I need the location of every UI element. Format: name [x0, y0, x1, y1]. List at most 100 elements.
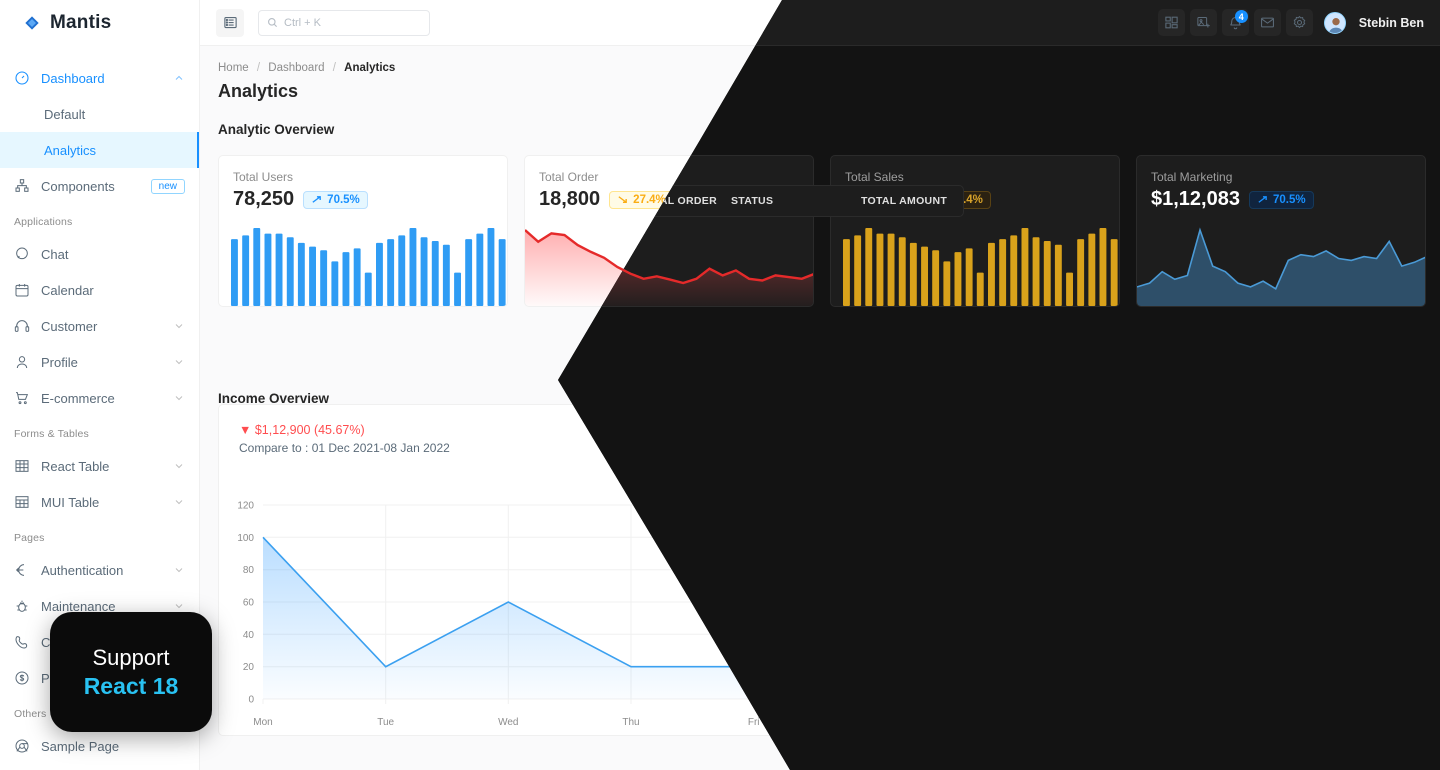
column-status[interactable]: STATUS [731, 195, 861, 207]
sidebar-group-forms-tables: Forms & Tables [14, 428, 89, 440]
sidebar-item-label: MUI Table [41, 494, 100, 510]
sidebar-badge-new: new [150, 178, 185, 194]
brand-logo[interactable]: Mantis [0, 0, 199, 46]
chevron-down-icon[interactable] [173, 356, 185, 368]
chevron-down-icon[interactable] [173, 600, 185, 612]
mail-button[interactable] [1253, 9, 1281, 36]
svg-text:20: 20 [243, 662, 255, 673]
sidebar-item-authentication[interactable]: Authentication [0, 552, 199, 588]
sidebar-item-label: Calendar [41, 282, 94, 298]
avatar-icon [1324, 12, 1345, 33]
svg-text:120: 120 [237, 501, 254, 512]
trend-up-icon [1258, 196, 1267, 203]
search-input[interactable]: Ctrl + K [258, 9, 430, 36]
svg-text:Wed: Wed [498, 717, 518, 728]
sidebar-group-pages: Pages [14, 532, 45, 544]
sidebar-item-ecommerce[interactable]: E-commerce [0, 380, 199, 416]
svg-text:Fri: Fri [748, 717, 760, 728]
svg-text:80: 80 [243, 565, 255, 576]
phone-icon [15, 636, 28, 649]
sidebar-item-react-table[interactable]: React Table [0, 448, 199, 484]
chevron-up-icon[interactable] [173, 72, 185, 84]
stat-card-total-users[interactable]: Total Users 78,250 70.5% [218, 155, 508, 307]
sidebar-item-mui-table[interactable]: MUI Table [0, 484, 199, 520]
chevron-down-icon[interactable] [173, 320, 185, 332]
sidebar-subitem-label: Analytics [44, 142, 97, 158]
stat-label: Total Marketing [1151, 170, 1233, 184]
svg-text:Thu: Thu [622, 717, 639, 728]
search-placeholder: Ctrl + K [284, 16, 321, 29]
svg-text:0: 0 [248, 695, 254, 706]
sidebar-item-components[interactable]: Components new [0, 168, 199, 204]
sidebar-item-profile[interactable]: Profile [0, 344, 199, 380]
sparkline-area-blue [1137, 227, 1425, 306]
column-total-amount[interactable]: TOTAL AMOUNT [861, 195, 947, 207]
dollar-icon [15, 671, 29, 685]
bug-icon [16, 600, 28, 612]
chevron-down-icon[interactable] [173, 496, 185, 508]
stat-change-value: 70.5% [1272, 193, 1306, 206]
breadcrumb-dashboard[interactable]: Dashboard [268, 62, 324, 74]
notifications-button[interactable]: 4 [1221, 9, 1249, 36]
svg-text:Mon: Mon [253, 717, 272, 728]
settings-button[interactable] [1285, 9, 1313, 36]
sidebar-item-label: Authentication [41, 562, 124, 578]
mail-icon [1260, 17, 1274, 28]
stat-value: 18,800 [539, 188, 601, 210]
svg-text:Tue: Tue [377, 717, 394, 728]
svg-text:100: 100 [237, 533, 254, 544]
apps-grid-button[interactable] [1157, 9, 1185, 36]
trend-down-caret-icon: ▼ [239, 423, 252, 437]
stat-change-value: 70.5% [327, 193, 360, 206]
sparkline-bars-blue [231, 228, 506, 306]
apps-grid-icon [1165, 16, 1178, 29]
headset-icon [14, 320, 30, 332]
menu-collapse-icon [223, 16, 237, 29]
sidebar-item-default[interactable]: Default [0, 96, 199, 132]
breadcrumb-home[interactable]: Home [218, 62, 249, 74]
stat-value: 78,250 [233, 188, 295, 210]
stat-change-value: 27.4% [633, 193, 666, 206]
stat-value: $1,12,083 [1151, 188, 1240, 210]
calendar-icon [15, 284, 29, 297]
sidebar-item-label: Components [41, 178, 115, 194]
sidebar-item-calendar[interactable]: Calendar [0, 272, 199, 308]
section-title-income-overview: Income Overview [218, 391, 330, 406]
trend-down-icon [618, 196, 628, 203]
breadcrumb-current: Analytics [344, 62, 396, 74]
stat-change-badge: 70.5% [1248, 190, 1314, 209]
sidebar-item-label: Profile [41, 354, 78, 370]
notification-badge: 4 [1234, 10, 1248, 23]
sidebar-item-label: Chat [41, 246, 69, 262]
sidebar-item-label: Sample Page [41, 738, 120, 754]
sidebar-item-dashboard[interactable]: Dashboard [0, 60, 199, 96]
chevron-down-icon[interactable] [173, 564, 185, 576]
chevron-down-icon[interactable] [173, 392, 185, 404]
trend-up-icon [312, 196, 322, 203]
sidebar-subitem-label: Default [44, 106, 86, 122]
sidebar-item-menu-levels[interactable]: Menu Levels [0, 764, 199, 770]
search-icon [268, 18, 278, 28]
sidebar-item-sample-page[interactable]: Sample Page [0, 728, 199, 764]
support-badge-line1: Support [92, 644, 170, 670]
gear-icon [1293, 15, 1306, 29]
sidebar-item-customer[interactable]: Customer [0, 308, 199, 344]
image-add-button[interactable] [1189, 9, 1217, 36]
sidebar-item-label: React Table [41, 458, 110, 474]
stat-card-total-sales[interactable]: Total Sales $35,078 27.4% [830, 155, 1120, 307]
stat-label: Total Sales [845, 170, 904, 184]
table-icon [15, 496, 29, 508]
sidebar-item-chat[interactable]: Chat [0, 236, 199, 272]
sidebar-item-analytics[interactable]: Analytics [0, 132, 199, 168]
stat-card-total-marketing[interactable]: Total Marketing $1,12,083 70.5% [1136, 155, 1426, 307]
breadcrumb-separator: / [332, 62, 336, 74]
sidebar-group-applications: Applications [14, 216, 73, 228]
chat-icon [16, 247, 28, 260]
login-icon [15, 564, 25, 576]
cart-icon [16, 392, 29, 405]
avatar[interactable] [1323, 11, 1346, 34]
support-react18-badge[interactable]: Support React 18 [50, 612, 212, 732]
menu-collapse-button[interactable] [216, 8, 244, 37]
chevron-down-icon[interactable] [173, 460, 185, 472]
support-badge-line2: React 18 [83, 672, 179, 699]
